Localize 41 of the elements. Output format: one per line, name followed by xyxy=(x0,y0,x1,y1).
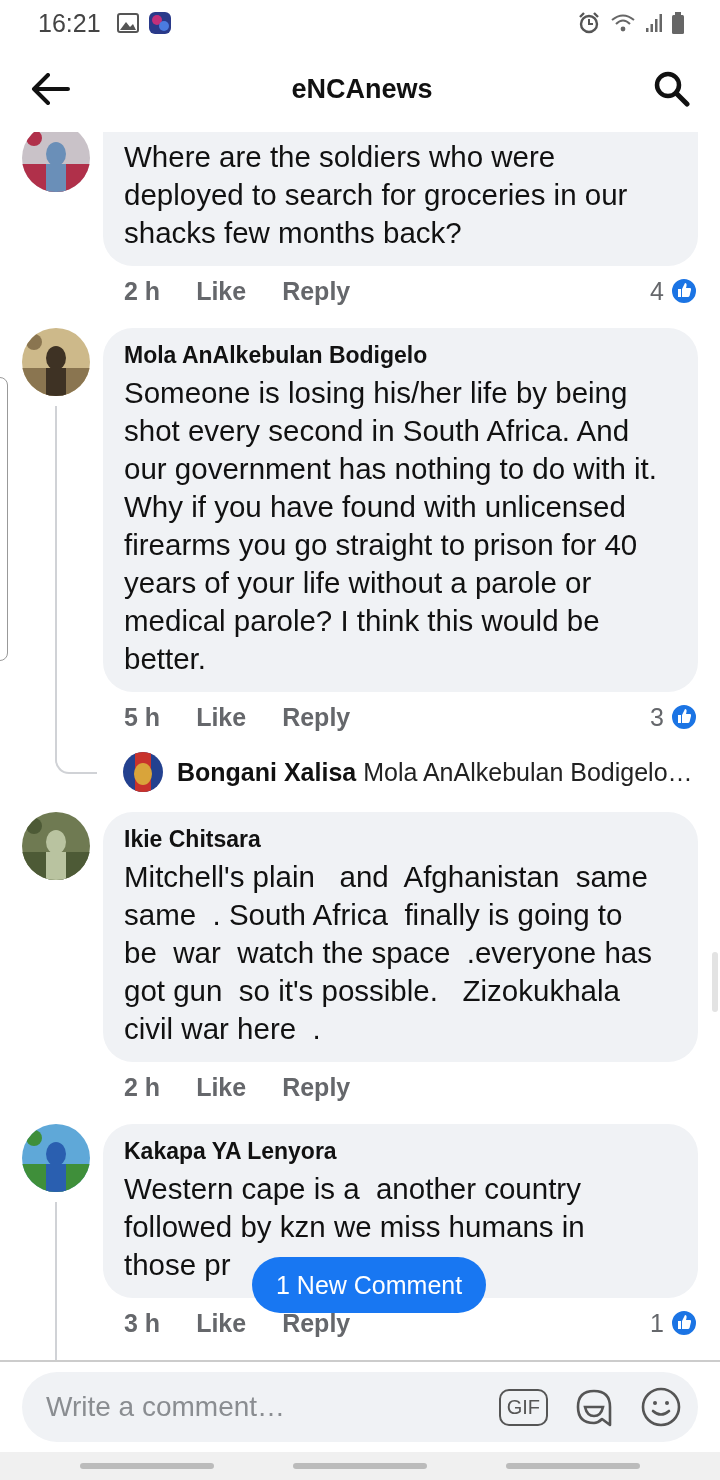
comment-time: 5 h xyxy=(124,702,161,732)
comment-time: 3 h xyxy=(124,1308,161,1338)
comment-time: 2 h xyxy=(124,276,161,306)
page-title: eNCAnews xyxy=(291,73,433,105)
wifi-icon xyxy=(610,12,636,34)
comment-text: Where are the soldiers who were deployed to search for groceries in our shacks few months back? xyxy=(124,139,629,251)
comment-author[interactable]: Kakapa YA Lenyora xyxy=(124,1136,658,1166)
app-icon xyxy=(148,12,171,34)
reply-button[interactable]: Reply xyxy=(282,1072,351,1102)
nav-bar-handle[interactable] xyxy=(79,1463,214,1469)
clock-time: 16:21 xyxy=(38,8,101,38)
alarm-icon xyxy=(578,12,600,34)
search-icon[interactable] xyxy=(654,71,690,107)
emoji-icon[interactable] xyxy=(640,1386,682,1428)
like-button[interactable]: Like xyxy=(196,1072,247,1102)
reaction-count: 4 xyxy=(650,276,664,306)
reply-button[interactable]: Reply xyxy=(282,276,351,306)
reaction-count: 3 xyxy=(650,702,664,732)
image-icon xyxy=(116,13,139,33)
reply-button[interactable]: Reply xyxy=(282,702,351,732)
nav-bar-handle[interactable] xyxy=(293,1463,427,1469)
like-button[interactable]: Like xyxy=(196,276,247,306)
reply-preview[interactable]: Bongani Xalisa Mola AnAlkebulan Bodigelo… xyxy=(177,757,693,787)
back-arrow-icon[interactable] xyxy=(30,73,70,105)
reaction-count: 1 xyxy=(650,1308,664,1338)
nav-bar-handle[interactable] xyxy=(506,1463,641,1469)
scrollbar xyxy=(712,952,718,1012)
gif-button[interactable]: GIF xyxy=(498,1388,548,1426)
comment-text: Someone is losing his/her life by being shot every second in South Africa. And our government has nothing to do with it. Why if you have found with unlicensed firearms you go straight to prison for 40 years of your life without a parole or medical parole? I think this would be better. xyxy=(124,375,658,677)
comment-author[interactable]: Ikie Chitsara xyxy=(124,824,658,854)
like-button[interactable]: Like xyxy=(196,702,247,732)
comment-time: 2 h xyxy=(124,1072,161,1102)
battery-icon xyxy=(672,12,684,34)
signal-icon xyxy=(646,13,662,33)
comment-author[interactable]: Mola AnAlkebulan Bodigelo xyxy=(124,340,658,370)
like-button[interactable]: Like xyxy=(196,1308,247,1338)
comment-text: Mitchell's plain and Afghanistan same same . South Africa finally is going to be war watch the space .everyone has got gun so it's possible. Zizokukhala civil war here . xyxy=(124,859,654,1047)
thumbs-up-icon xyxy=(670,1309,698,1337)
comment-input[interactable]: Write a comment… GIF xyxy=(22,1372,698,1442)
thumbs-up-icon xyxy=(670,277,698,305)
thumbs-up-icon xyxy=(670,703,698,731)
